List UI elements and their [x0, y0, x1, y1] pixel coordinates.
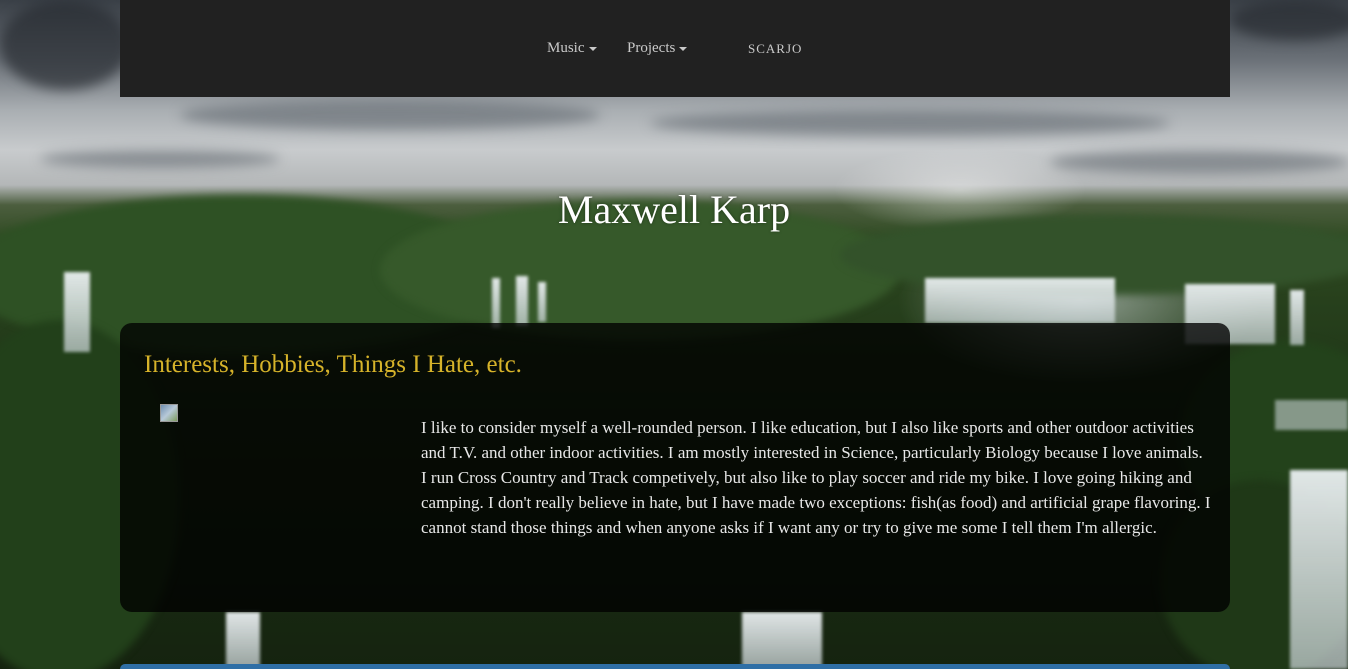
- cloud: [0, 0, 130, 90]
- caret-down-icon: [679, 46, 688, 51]
- waterfall: [492, 278, 500, 328]
- waterfall: [1290, 290, 1304, 345]
- nav-projects-dropdown[interactable]: Projects: [627, 40, 688, 57]
- navbar: Music Projects SCARJO: [120, 0, 1230, 97]
- waterfall: [64, 272, 90, 352]
- cloud: [40, 150, 280, 168]
- nav-projects-label: Projects: [627, 40, 676, 56]
- section-heading: Interests, Hobbies, Things I Hate, etc.: [144, 351, 522, 378]
- nav-music-label: Music: [547, 40, 585, 56]
- waterfall: [1290, 470, 1348, 669]
- waterfall: [516, 276, 528, 326]
- cloud: [180, 100, 600, 130]
- caret-down-icon: [588, 46, 597, 51]
- brand-link[interactable]: SCARJO: [748, 41, 802, 57]
- nav-music-dropdown[interactable]: Music: [547, 40, 597, 57]
- waterfall: [538, 282, 546, 322]
- waterfall: [1275, 400, 1348, 430]
- interests-panel: Interests, Hobbies, Things I Hate, etc. …: [120, 323, 1230, 612]
- next-panel-edge: [120, 664, 1230, 669]
- cloud: [1050, 150, 1348, 174]
- cloud: [1230, 0, 1348, 40]
- page-title: Maxwell Karp: [557, 187, 791, 232]
- waterfall: [226, 612, 260, 669]
- broken-image-icon: [160, 404, 178, 422]
- waterfall: [742, 612, 822, 669]
- waterfall: [925, 278, 1115, 323]
- cloud: [650, 110, 1170, 136]
- section-body-text: I like to consider myself a well-rounded…: [421, 418, 1211, 537]
